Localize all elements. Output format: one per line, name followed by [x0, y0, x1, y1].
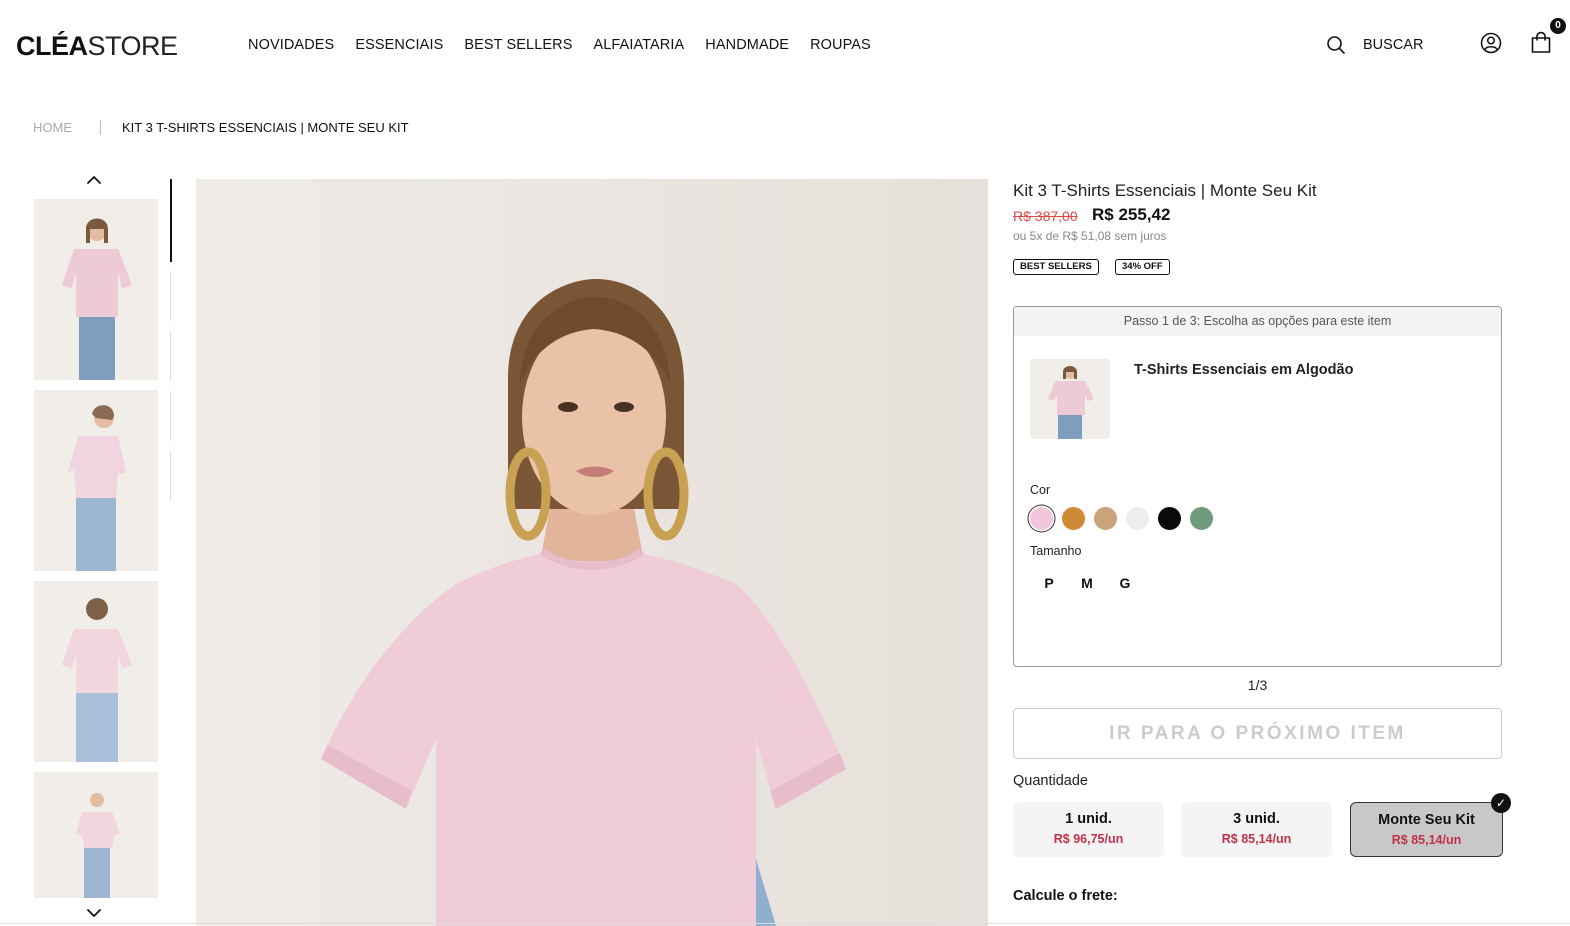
product-photo-side	[34, 390, 158, 571]
divider	[0, 923, 1570, 924]
nav-item-essenciais[interactable]: ESSENCIAIS	[355, 37, 443, 53]
quantity-option-title: 3 unid.	[1233, 811, 1280, 827]
quantity-option-price: R$ 85,14/un	[1391, 833, 1462, 847]
color-swatch-pink[interactable]	[1030, 507, 1053, 530]
size-option-p[interactable]: P	[1030, 571, 1068, 595]
cart-icon[interactable]	[1530, 31, 1552, 54]
main-nav: NOVIDADES ESSENCIAIS BEST SELLERS ALFAIA…	[248, 37, 871, 53]
breadcrumb: HOME KIT 3 T-SHIRTS ESSENCIAIS | MONTE S…	[33, 120, 409, 135]
item-name: T-Shirts Essenciais em Algodão	[1134, 362, 1354, 378]
size-option-g[interactable]: G	[1106, 571, 1144, 595]
nav-item-handmade[interactable]: HANDMADE	[705, 37, 789, 53]
thumbnail-1[interactable]	[34, 199, 158, 380]
scrollbar-track-segment	[170, 331, 171, 381]
thumbnail-3[interactable]	[34, 581, 158, 762]
main-product-image[interactable]	[196, 179, 988, 926]
scrollbar-track-segment	[170, 271, 171, 321]
badge-discount: 34% OFF	[1115, 259, 1170, 275]
kit-step-panel: Passo 1 de 3: Escolha as opções para est…	[1013, 306, 1502, 667]
breadcrumb-current: KIT 3 T-SHIRTS ESSENCIAIS | MONTE SEU KI…	[122, 120, 409, 135]
model-photo	[196, 179, 988, 926]
store-logo[interactable]: CLÉASTORE	[16, 31, 178, 62]
color-swatches	[1030, 507, 1213, 530]
badge-best-sellers: BEST SELLERS	[1013, 259, 1099, 275]
breadcrumb-divider	[100, 120, 101, 135]
product-title: Kit 3 T-Shirts Essenciais | Monte Seu Ki…	[1013, 181, 1317, 200]
size-option-m[interactable]: M	[1068, 571, 1106, 595]
color-swatch-green[interactable]	[1190, 507, 1213, 530]
scrollbar-track-segment	[170, 451, 171, 501]
breadcrumb-home[interactable]: HOME	[33, 120, 72, 135]
cart-count-badge: 0	[1550, 18, 1566, 34]
color-swatch-tan[interactable]	[1094, 507, 1117, 530]
item-photo	[1030, 359, 1110, 439]
nav-item-alfaiataria[interactable]: ALFAIATARIA	[593, 37, 684, 53]
step-header: Passo 1 de 3: Escolha as opções para est…	[1014, 307, 1501, 336]
nav-item-best-sellers[interactable]: BEST SELLERS	[464, 37, 572, 53]
thumbnail-list	[34, 199, 158, 898]
scrollbar-track-segment	[170, 391, 171, 441]
thumbnail-4[interactable]	[34, 772, 158, 898]
product-photo-full	[34, 772, 158, 898]
quantity-option-price: R$ 85,14/un	[1221, 832, 1292, 846]
quantity-option-monte-seu-kit[interactable]: Monte Seu Kit R$ 85,14/un	[1350, 802, 1503, 857]
item-thumbnail	[1030, 359, 1110, 439]
quantity-option-price: R$ 96,75/un	[1053, 832, 1124, 846]
quantity-option-1-unit[interactable]: 1 unid. R$ 96,75/un	[1013, 802, 1164, 857]
shipping-label: Calcule o frete:	[1013, 888, 1118, 904]
size-options: P M G	[1030, 571, 1144, 595]
next-item-button[interactable]: IR PARA O PRÓXIMO ITEM	[1013, 708, 1502, 759]
old-price: R$ 387,00	[1013, 208, 1078, 224]
installments-text: ou 5x de R$ 51,08 sem juros	[1013, 229, 1167, 243]
thumbnail-scrollbar[interactable]	[170, 179, 172, 504]
search-button[interactable]: BUSCAR	[1363, 37, 1423, 53]
product-photo-front	[34, 199, 158, 380]
search-icon[interactable]	[1326, 35, 1346, 55]
user-icon[interactable]	[1480, 32, 1502, 54]
thumbnail-2[interactable]	[34, 390, 158, 571]
size-label: Tamanho	[1030, 544, 1082, 558]
check-icon: ✓	[1491, 793, 1511, 813]
chevron-down-icon[interactable]	[85, 906, 103, 920]
nav-item-roupas[interactable]: ROUPAS	[810, 37, 871, 53]
scrollbar-thumb[interactable]	[170, 179, 172, 262]
chevron-up-icon[interactable]	[85, 172, 103, 186]
quantity-option-title: Monte Seu Kit	[1378, 812, 1475, 828]
quantity-label: Quantidade	[1013, 773, 1088, 789]
site-header: CLÉASTORE NOVIDADES ESSENCIAIS BEST SELL…	[0, 0, 1570, 90]
color-swatch-black[interactable]	[1158, 507, 1181, 530]
product-photo-back	[34, 581, 158, 762]
color-swatch-offwhite[interactable]	[1126, 507, 1149, 530]
quantity-option-title: 1 unid.	[1065, 811, 1112, 827]
step-counter: 1/3	[1247, 677, 1268, 693]
quantity-option-3-units[interactable]: 3 unid. R$ 85,14/un	[1181, 802, 1332, 857]
nav-item-novidades[interactable]: NOVIDADES	[248, 37, 334, 53]
color-swatch-caramel[interactable]	[1062, 507, 1085, 530]
color-label: Cor	[1030, 483, 1051, 497]
current-price: R$ 255,42	[1092, 205, 1171, 224]
